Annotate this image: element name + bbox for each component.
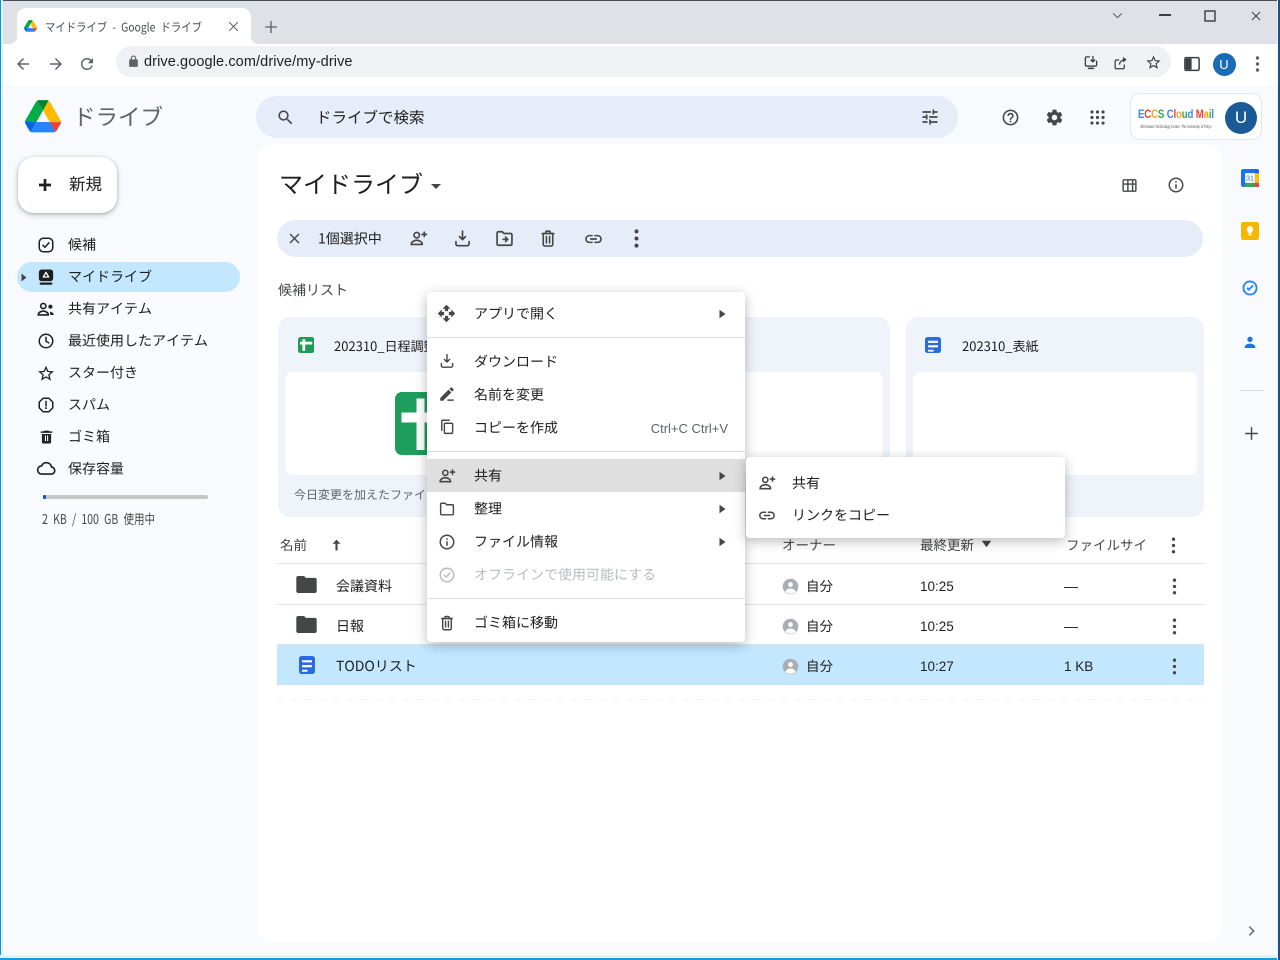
svg-text:31: 31: [1246, 175, 1254, 183]
